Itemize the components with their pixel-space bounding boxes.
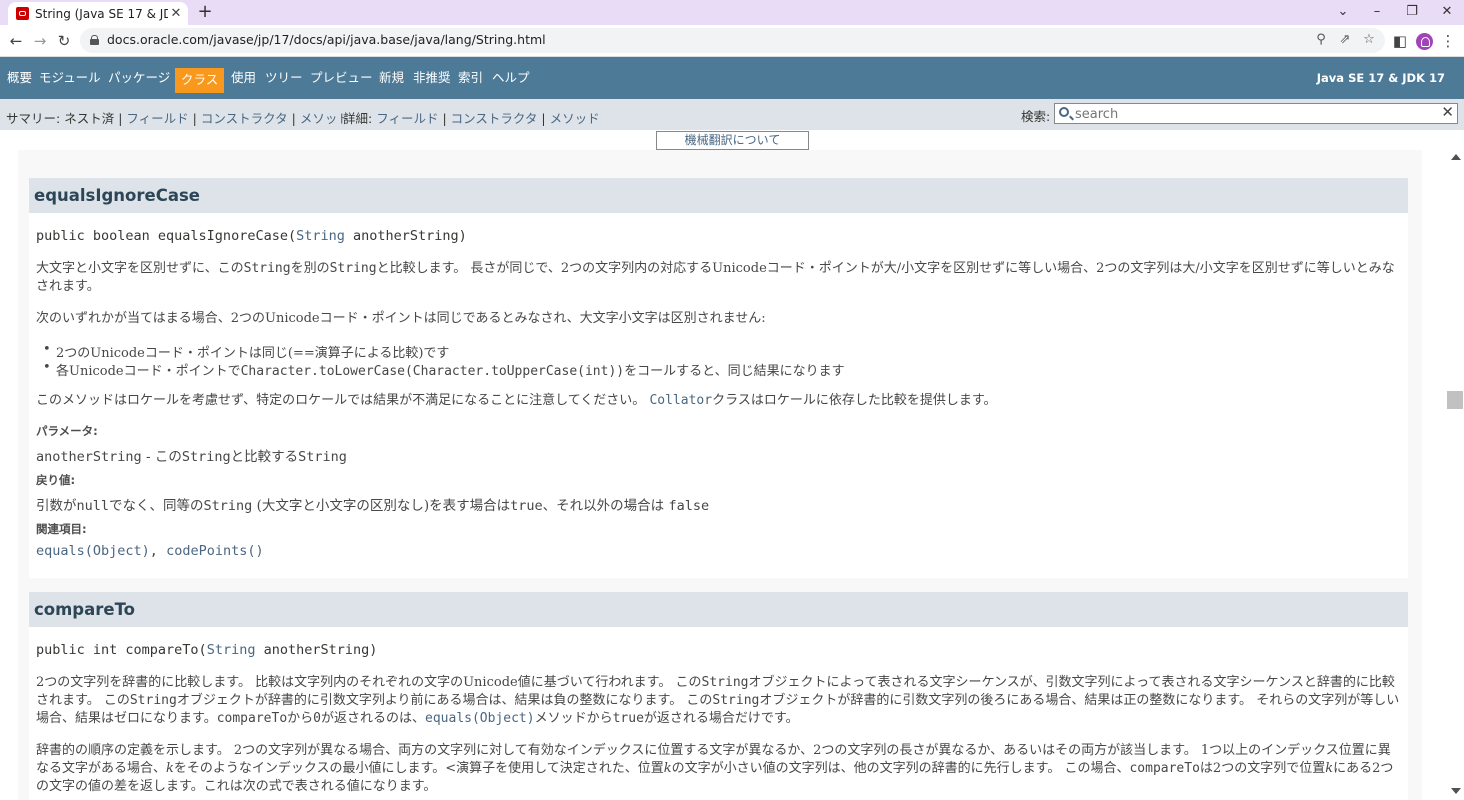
tab-search-chevron-icon[interactable]: ⌄	[1333, 3, 1353, 21]
detail-links: 詳細: フィールド | コンストラクタ | メソッド	[343, 108, 600, 127]
separator: |	[291, 111, 296, 126]
scroll-down-arrow-icon[interactable]	[1451, 788, 1461, 794]
string-type-link[interactable]: String	[296, 228, 345, 244]
scroll-up-arrow-icon[interactable]	[1451, 154, 1461, 160]
search-clear-icon[interactable]: ✕	[1441, 103, 1454, 121]
javadoc-sub-nav: サマリー: ネスト済 | フィールド | コンストラクタ | メソッド 詳細: …	[0, 99, 1464, 130]
description-paragraph: 辞書的の順序の定義を示します。 2つの文字列が異なる場合、両方の文字列に対して有…	[36, 743, 1394, 794]
return-label: 戻り値:	[36, 473, 76, 487]
search-icon	[1059, 107, 1069, 117]
lock-icon[interactable]	[90, 35, 99, 45]
return-description: 引数がnullでなく、同等のString (大文字と小文字の区別なし)を表す場合…	[36, 498, 710, 514]
page-scrollbar[interactable]	[1446, 150, 1464, 800]
summary-constructor-link[interactable]: コンストラクタ	[201, 111, 288, 126]
separator: |	[541, 111, 546, 126]
summary-field-link[interactable]: フィールド	[126, 111, 188, 126]
search-label: 検索:	[1021, 109, 1051, 124]
collator-link[interactable]: Collator	[649, 393, 712, 408]
nav-index[interactable]: 索引	[455, 68, 486, 93]
main-content: 機械翻訳について equalsIgnoreCase public boolean…	[0, 130, 1440, 800]
browser-tab[interactable]: String (Java SE 17 & JDK ✕	[8, 2, 188, 25]
back-icon[interactable]: ←	[6, 31, 26, 51]
list-item: 2つのUnicodeコード・ポイントは同じ(==演算子による比較)です	[43, 342, 449, 361]
param-description: anotherString - このStringと比較するString	[36, 449, 347, 465]
oracle-favicon-icon	[16, 7, 29, 20]
description-paragraph: 大文字と小文字を区別せずに、このStringを別のStringと比較します。 長…	[36, 261, 1395, 294]
separator: |	[118, 111, 123, 126]
nav-preview[interactable]: プレビュー	[307, 68, 376, 93]
share-icon[interactable]: ⇗	[1336, 32, 1354, 50]
tab-close-icon[interactable]: ✕	[168, 6, 184, 21]
browser-toolbar: ← → ↻ docs.oracle.com/javase/jp/17/docs/…	[0, 25, 1464, 57]
nav-deprecated[interactable]: 非推奨	[410, 68, 454, 93]
new-tab-button[interactable]: +	[196, 2, 214, 22]
description-paragraph: 次のいずれかが当てはまる場合、2つのUnicodeコード・ポイントは同じであると…	[36, 311, 766, 326]
forward-icon[interactable]: →	[30, 31, 50, 51]
tab-title: String (Java SE 17 & JDK	[35, 6, 168, 21]
summary-nested: ネスト済	[64, 111, 115, 126]
string-type-link[interactable]: String	[207, 642, 256, 658]
detail-field-link[interactable]: フィールド	[376, 111, 438, 126]
summary-links: サマリー: ネスト済 | フィールド | コンストラクタ | メソッド	[6, 108, 350, 127]
reload-icon[interactable]: ↻	[54, 31, 74, 51]
nav-module[interactable]: モジュール	[36, 68, 104, 93]
nav-help[interactable]: ヘルプ	[489, 68, 533, 93]
machine-translation-button[interactable]: 機械翻訳について	[656, 131, 809, 150]
javadoc-top-nav: 概要 モジュール パッケージ クラス 使用 ツリー プレビュー 新規 非推奨 索…	[0, 57, 1464, 99]
url-text[interactable]: docs.oracle.com/javase/jp/17/docs/api/ja…	[107, 32, 546, 47]
separator: |	[442, 111, 447, 126]
browser-tab-strip: String (Java SE 17 & JDK ✕ + ⌄ – ❐ ✕	[0, 0, 1464, 25]
param-label: パラメータ:	[36, 424, 98, 438]
scrollbar-thumb[interactable]	[1447, 391, 1463, 409]
detail-method-link[interactable]: メソッド	[550, 111, 600, 126]
method-detail-compareto: compareTo public int compareTo(String an…	[29, 592, 1408, 800]
see-also-links: equals(Object), codePoints()	[36, 543, 264, 559]
equals-object-link[interactable]: equals(Object)	[36, 543, 150, 559]
profile-icon[interactable]	[1416, 33, 1433, 50]
description-paragraph: 2つの文字列を辞書的に比較します。 比較は文字列内のそれぞれの文字のUnicod…	[36, 675, 1400, 726]
close-window-icon[interactable]: ✕	[1437, 3, 1457, 21]
method-signature: public boolean equalsIgnoreCase(String a…	[36, 228, 467, 244]
nav-class-active[interactable]: クラス	[175, 68, 225, 93]
method-heading: compareTo	[29, 592, 1408, 627]
nav-use[interactable]: 使用	[228, 68, 259, 93]
nav-tree[interactable]: ツリー	[262, 68, 306, 93]
zoom-icon[interactable]: ⚲	[1312, 32, 1330, 50]
detail-constructor-link[interactable]: コンストラクタ	[451, 111, 538, 126]
detail-label: 詳細:	[343, 111, 373, 126]
jdk-brand: Java SE 17 & JDK 17	[1316, 71, 1445, 85]
method-signature: public int compareTo(String anotherStrin…	[36, 642, 378, 658]
description-paragraph: このメソッドはロケールを考慮せず、特定のロケールでは結果が不満足になることに注意…	[36, 393, 997, 408]
codepoints-link[interactable]: codePoints()	[166, 543, 264, 559]
see-also-label: 関連項目:	[36, 522, 87, 536]
method-detail-equalsignorecase: equalsIgnoreCase public boolean equalsIg…	[29, 178, 1408, 578]
nav-overview[interactable]: 概要	[4, 68, 35, 93]
summary-label: サマリー:	[6, 111, 61, 126]
restore-icon[interactable]: ❐	[1402, 3, 1422, 21]
separator: |	[192, 111, 197, 126]
equals-object-link[interactable]: equals(Object)	[425, 711, 535, 726]
address-bar[interactable]: docs.oracle.com/javase/jp/17/docs/api/ja…	[80, 28, 1385, 53]
search-input[interactable]	[1075, 106, 1435, 122]
nav-new[interactable]: 新規	[376, 68, 407, 93]
minimize-icon[interactable]: –	[1367, 3, 1387, 21]
star-icon[interactable]: ☆	[1360, 32, 1378, 50]
menu-icon[interactable]: ⋮	[1438, 31, 1458, 51]
nav-package[interactable]: パッケージ	[105, 68, 173, 93]
method-heading: equalsIgnoreCase	[29, 178, 1408, 213]
list-item: 各Unicodeコード・ポイントでCharacter.toLowerCase(C…	[43, 360, 845, 379]
sidepanel-icon[interactable]: ◧	[1390, 31, 1410, 51]
search-box[interactable]: ✕	[1054, 103, 1458, 124]
